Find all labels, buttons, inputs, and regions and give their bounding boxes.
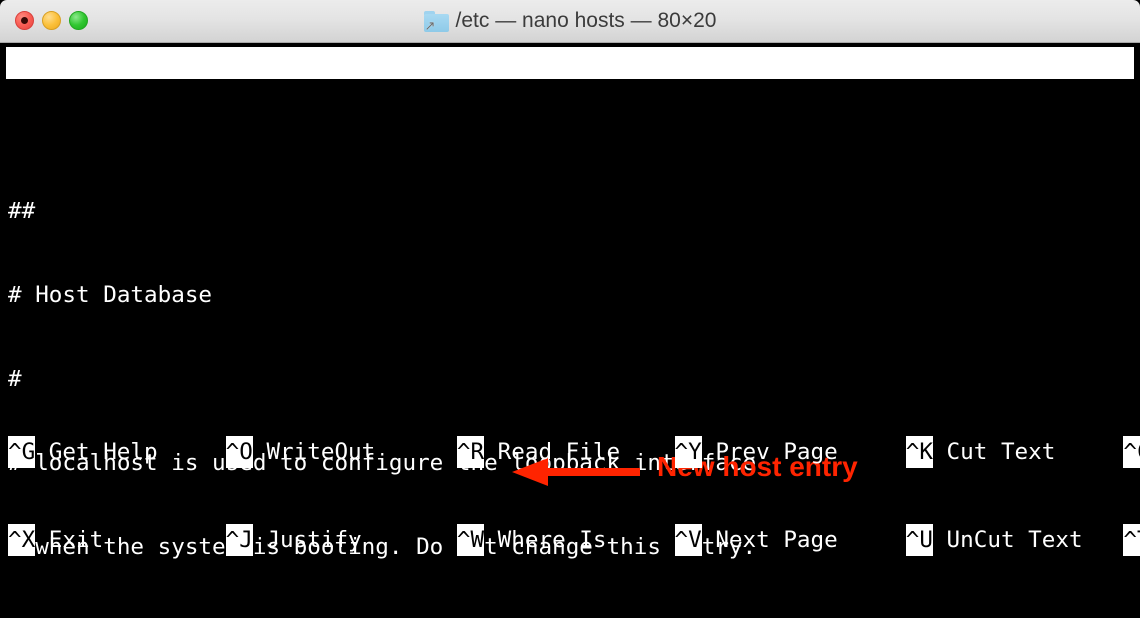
- nano-status-bar: GNU nano 2.0.6 File: hosts Modified: [6, 47, 1134, 172]
- nano-filename-label: File: hosts: [447, 114, 597, 140]
- window-controls: [15, 11, 88, 30]
- window-title: /etc — nano hosts — 80×20: [455, 9, 717, 32]
- shortcut-key: ^V: [674, 524, 702, 556]
- shortcut-label: Where Is: [497, 527, 607, 553]
- shortcut-key: ^K: [905, 436, 933, 468]
- shortcut-label: Read File: [497, 439, 621, 465]
- shortcut-uncut-text[interactable]: ^U UnCut Text: [905, 524, 1124, 556]
- shortcut-get-help[interactable]: ^G Get Help: [8, 436, 226, 468]
- minimize-button[interactable]: [42, 11, 61, 30]
- shortcut-read-file[interactable]: ^R Read File: [456, 436, 675, 468]
- folder-alias-icon: ↗: [423, 10, 449, 33]
- shortcut-cur-pos[interactable]: ^CCur Pos: [1123, 436, 1140, 468]
- shortcut-key: ^Y: [674, 436, 702, 468]
- close-button[interactable]: [15, 11, 34, 30]
- shortcut-prev-page[interactable]: ^Y Prev Page: [674, 436, 906, 468]
- shortcut-writeout[interactable]: ^O WriteOut: [225, 436, 457, 468]
- shortcut-key: ^U: [905, 524, 933, 556]
- shortcut-label: WriteOut: [266, 439, 376, 465]
- shortcut-key: ^T: [1123, 524, 1140, 556]
- shortcut-next-page[interactable]: ^V Next Page: [674, 524, 906, 556]
- shortcut-label: UnCut Text: [946, 527, 1083, 553]
- shortcut-key: ^J: [225, 524, 253, 556]
- shortcut-key: ^R: [456, 436, 484, 468]
- nano-shortcut-bar: ^G Get Help ^O WriteOut ^R Read File ^Y Prev…: [8, 380, 1140, 612]
- text-line: ##: [8, 198, 36, 224]
- shortcut-label: Cut Text: [946, 439, 1056, 465]
- zoom-button[interactable]: [69, 11, 88, 30]
- text-line: # Host Database: [8, 282, 213, 308]
- terminal-body[interactable]: GNU nano 2.0.6 File: hosts Modified ## #…: [0, 43, 1140, 618]
- shortcut-row-1: ^G Get Help ^O WriteOut ^R Read File ^Y Prev…: [8, 436, 1140, 468]
- shortcut-label: Get Help: [48, 439, 158, 465]
- window-title-group: ↗ /etc — nano hosts — 80×20: [0, 0, 1140, 42]
- window-titlebar[interactable]: ↗ /etc — nano hosts — 80×20: [0, 0, 1140, 43]
- shortcut-justify[interactable]: ^J Justify: [225, 524, 457, 556]
- shortcut-label: Prev Page: [715, 439, 838, 465]
- nano-version-label: GNU nano 2.0.6: [31, 82, 222, 108]
- shortcut-exit[interactable]: ^X Exit: [8, 524, 226, 556]
- shortcut-key: ^G: [8, 436, 35, 468]
- shortcut-row-2: ^X Exit ^J Justify ^W Where Is ^V Next Page …: [8, 524, 1140, 556]
- shortcut-to-spell[interactable]: ^TTo Spell: [1123, 524, 1140, 556]
- shortcut-key: ^X: [8, 524, 35, 556]
- shortcut-key: ^W: [456, 524, 484, 556]
- terminal-window: ↗ /etc — nano hosts — 80×20 GNU nano 2.0…: [0, 0, 1140, 618]
- shortcut-cut-text[interactable]: ^K Cut Text: [905, 436, 1124, 468]
- shortcut-key: ^C: [1123, 436, 1140, 468]
- shortcut-label: Justify: [266, 527, 362, 553]
- shortcut-key: ^O: [225, 436, 253, 468]
- shortcut-where-is[interactable]: ^W Where Is: [456, 524, 675, 556]
- shortcut-label: Next Page: [715, 527, 838, 553]
- shortcut-label: Exit: [48, 527, 104, 553]
